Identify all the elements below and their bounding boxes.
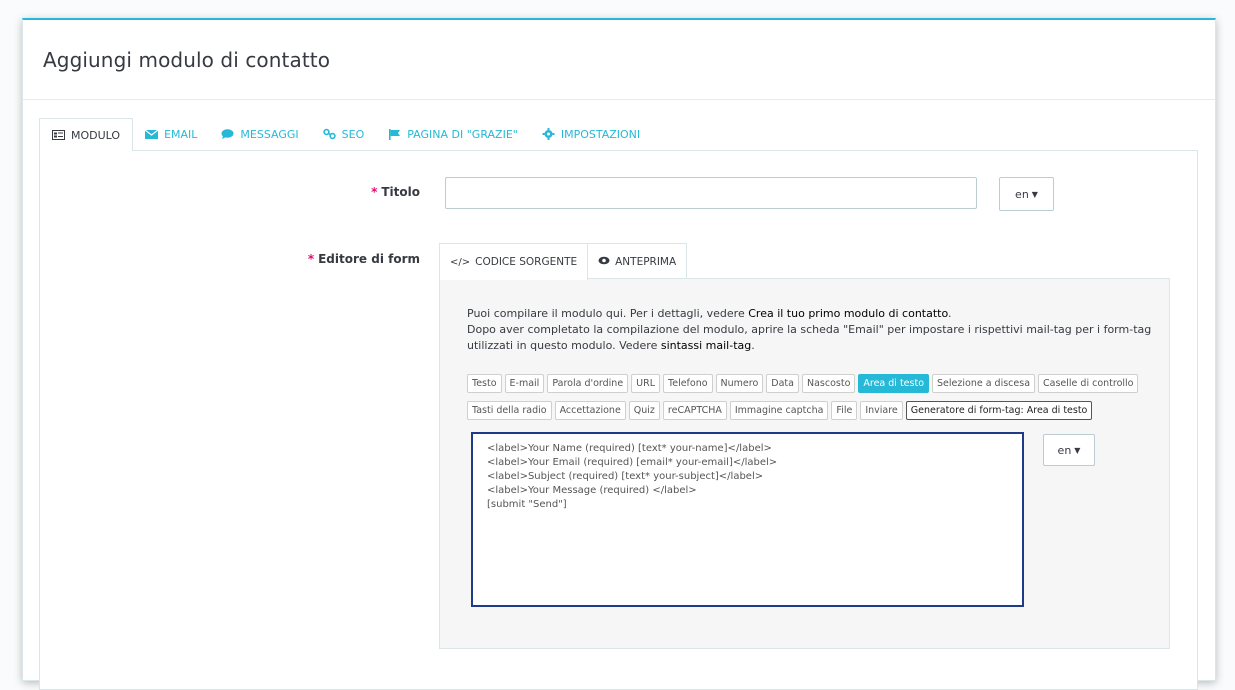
tag-button-radio[interactable]: Tasti della radio — [467, 401, 552, 420]
tag-button-telefono[interactable]: Telefono — [663, 374, 713, 393]
tag-button-numero[interactable]: Numero — [715, 374, 764, 393]
modulo-tab-content: * Titolo en ▼ * Editore di form </> CODICE… — [39, 150, 1198, 690]
caret-down-icon: ▼ — [1074, 445, 1081, 455]
tag-button-file[interactable]: File — [831, 401, 858, 420]
code-line: <label>Your Message (required) </label> — [487, 485, 697, 496]
tag-buttons-row-1: Testo E-mail Parola d'ordine URL Telefon… — [467, 374, 1139, 393]
tag-button-data[interactable]: Data — [766, 374, 799, 393]
form-source-textarea[interactable]: <label>Your Name (required) [text* your-… — [471, 432, 1024, 607]
tab-modulo[interactable]: MODULO — [39, 118, 134, 151]
help-line-1: Puoi compilare il modulo qui. Per i dett… — [467, 307, 952, 320]
code-line: <label>Your Email (required) [email* you… — [487, 457, 778, 468]
tag-buttons-row-2: Tasti della radio Accettazione Quiz reCA… — [467, 401, 1093, 420]
tab-label: MODULO — [71, 128, 121, 142]
tab-impostazioni[interactable]: IMPOSTAZIONI — [530, 118, 652, 150]
gear-icon — [542, 128, 555, 140]
flag-icon — [388, 128, 401, 140]
title-label: * Titolo — [371, 185, 420, 199]
help-line-2: Dopo aver completato la compilazione del… — [467, 323, 1152, 352]
chat-icon — [221, 128, 234, 140]
tag-button-accettazione[interactable]: Accettazione — [554, 401, 626, 420]
contact-form-panel: Aggiungi modulo di contatto MODULO EMAIL… — [22, 18, 1216, 690]
page-title: Aggiungi modulo di contatto — [43, 47, 331, 72]
tag-button-recaptcha[interactable]: reCAPTCHA — [662, 401, 727, 420]
tab-email[interactable]: EMAIL — [133, 118, 209, 150]
code-icon: </> — [450, 256, 471, 268]
main-tabs: MODULO EMAIL MESSAGGI SEO PAGINA DI "GRA… — [39, 118, 652, 151]
help-text: Puoi compilare il modulo qui. Per i dett… — [467, 306, 1157, 354]
list-icon — [52, 129, 65, 141]
first-form-link[interactable]: Crea il tuo primo modulo di contatto — [748, 307, 948, 320]
mail-tag-syntax-link[interactable]: sintassi mail-tag — [661, 339, 751, 352]
tab-label: PAGINA DI "GRAZIE" — [407, 127, 518, 141]
title-language-dropdown[interactable]: en ▼ — [999, 177, 1054, 211]
envelope-icon — [145, 128, 159, 140]
tag-button-inviare[interactable]: Inviare — [860, 401, 903, 420]
tab-label: SEO — [341, 127, 365, 141]
tag-button-area-di-testo[interactable]: Area di testo — [858, 374, 930, 393]
caret-down-icon: ▼ — [1031, 189, 1038, 199]
tab-label: MESSAGGI — [240, 127, 299, 141]
tag-button-password[interactable]: Parola d'ordine — [547, 374, 629, 393]
eye-icon — [598, 256, 610, 268]
tab-messaggi[interactable]: MESSAGGI — [209, 118, 310, 150]
panel-header: Aggiungi modulo di contatto — [23, 20, 1215, 100]
source-editor-panel: Puoi compilare il modulo qui. Per i dett… — [439, 278, 1170, 649]
tag-button-quiz[interactable]: Quiz — [628, 401, 660, 420]
tag-button-testo[interactable]: Testo — [467, 374, 502, 393]
tag-button-caselle[interactable]: Caselle di controllo — [1038, 374, 1139, 393]
tab-label: IMPOSTAZIONI — [560, 127, 641, 141]
tab-pagina-grazie[interactable]: PAGINA DI "GRAZIE" — [376, 118, 530, 150]
tab-label: EMAIL — [164, 127, 198, 141]
link-icon — [322, 128, 336, 140]
tab-anteprima[interactable]: ANTEPRIMA — [588, 243, 688, 279]
code-line: [submit "Send"] — [487, 499, 567, 510]
tag-button-nascosto[interactable]: Nascosto — [801, 374, 856, 393]
tab-seo[interactable]: SEO — [311, 118, 377, 150]
editor-tabs: </> CODICE SORGENTE ANTEPRIMA — [439, 243, 688, 280]
tab-codice-sorgente[interactable]: </> CODICE SORGENTE — [439, 243, 589, 280]
code-line: <label>Your Name (required) [text* your-… — [487, 443, 772, 454]
code-language-dropdown[interactable]: en ▼ — [1043, 434, 1095, 466]
tag-button-captcha-image[interactable]: Immagine captcha — [729, 401, 829, 420]
title-input[interactable] — [445, 177, 977, 209]
tag-button-selezione[interactable]: Selezione a discesa — [932, 374, 1036, 393]
tag-button-url[interactable]: URL — [631, 374, 661, 393]
form-tag-generator-label: Generatore di form-tag: Area di testo — [905, 401, 1093, 420]
editor-label: * Editore di form — [307, 252, 420, 266]
code-line: <label>Subject (required) [text* your-su… — [487, 471, 764, 482]
tag-button-email[interactable]: E-mail — [504, 374, 545, 393]
